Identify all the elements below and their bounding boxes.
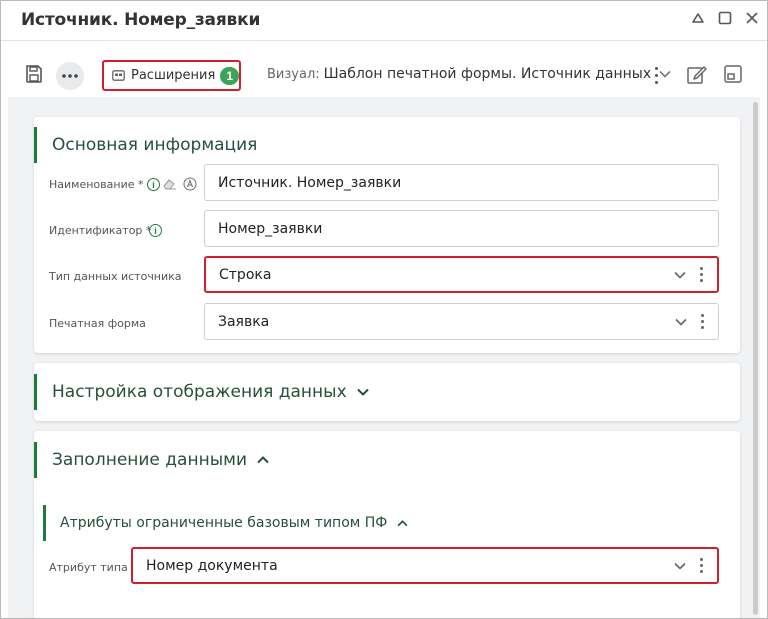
source-type-select[interactable]: Строка [204, 256, 719, 293]
print-form-label: Печатная форма [49, 317, 146, 330]
source-type-options-icon[interactable] [700, 267, 703, 282]
subsection-base-type-attrs-header[interactable]: Атрибуты ограниченные базовым типом ПФ [43, 505, 408, 541]
subsection-base-type-attrs-title: Атрибуты ограниченные базовым типом ПФ [60, 515, 388, 531]
section-main-info: Основная информация Наименование * i Ист… [34, 117, 740, 353]
name-label: Наименование * [49, 178, 144, 191]
section-main-info-header[interactable]: Основная информация [34, 127, 257, 163]
section-display-title: Настройка отображения данных [52, 382, 347, 402]
visual-options-button[interactable] [651, 65, 661, 85]
dialog-window: Источник. Номер_заявки Расширения 1 Визу… [0, 0, 768, 619]
extensions-count-badge: 1 [220, 66, 239, 85]
chevron-up-icon [257, 456, 269, 464]
print-form-select[interactable]: Заявка [204, 303, 719, 340]
toolbar: Расширения 1 Визуал: Шаблон печатной фор… [1, 42, 767, 97]
extensions-button[interactable]: Расширения 1 [102, 60, 241, 91]
section-data-fill-title: Заполнение данными [52, 450, 247, 470]
chevron-down-icon [356, 388, 369, 396]
source-type-value: Строка [219, 266, 272, 283]
close-icon[interactable] [743, 9, 761, 27]
edit-icon[interactable] [685, 62, 709, 86]
chevron-down-icon[interactable] [675, 318, 687, 326]
extensions-label: Расширения [131, 68, 216, 83]
extensions-icon [112, 70, 125, 81]
id-label: Идентификатор * [49, 224, 152, 237]
section-data-fill: Заполнение данными Атрибуты ограниченные… [34, 431, 740, 618]
type-attr-value: Номер документа [146, 557, 278, 574]
source-type-label: Тип данных источника [49, 270, 182, 283]
maximize-icon[interactable] [716, 9, 734, 27]
id-label-row: Идентификатор * [49, 224, 151, 237]
id-info-icon[interactable]: i [149, 224, 162, 237]
print-form-value: Заявка [218, 313, 270, 330]
vertical-scrollbar[interactable] [753, 102, 758, 615]
id-field[interactable]: Номер_заявки [204, 210, 719, 247]
type-attr-select[interactable]: Номер документа [131, 547, 719, 584]
name-field[interactable]: Источник. Номер_заявки [204, 164, 719, 201]
layout-icon[interactable] [722, 63, 744, 85]
collapse-icon[interactable] [689, 9, 707, 27]
name-info-icon[interactable]: i [147, 178, 160, 191]
print-form-options-icon[interactable] [701, 314, 704, 329]
more-actions-button[interactable] [56, 62, 84, 90]
name-value: Источник. Номер_заявки [218, 174, 402, 191]
chevron-up-icon [397, 519, 408, 527]
section-data-fill-header[interactable]: Заполнение данными [34, 442, 269, 478]
window-title: Источник. Номер_заявки [21, 10, 261, 30]
eraser-icon[interactable] [162, 177, 177, 190]
type-attr-options-icon[interactable] [700, 558, 703, 573]
section-main-info-title: Основная информация [52, 135, 258, 155]
id-value: Номер_заявки [218, 220, 323, 237]
auto-translate-icon[interactable] [183, 177, 197, 191]
form-content: Основная информация Наименование * i Ист… [8, 97, 760, 618]
visual-selector[interactable]: Визуал: Шаблон печатной формы. Источник … [267, 66, 671, 82]
save-icon[interactable] [23, 63, 45, 85]
chevron-down-icon[interactable] [674, 562, 686, 570]
section-display-header[interactable]: Настройка отображения данных [34, 374, 369, 410]
visual-value: Шаблон печатной формы. Источник данных [323, 66, 652, 82]
name-label-row: Наименование * [49, 178, 143, 191]
visual-label: Визуал: [267, 66, 320, 82]
type-attr-label: Атрибут типа [49, 561, 128, 574]
title-bar: Источник. Номер_заявки [1, 1, 767, 41]
chevron-down-icon[interactable] [674, 271, 686, 279]
section-display-settings: Настройка отображения данных [34, 363, 740, 421]
